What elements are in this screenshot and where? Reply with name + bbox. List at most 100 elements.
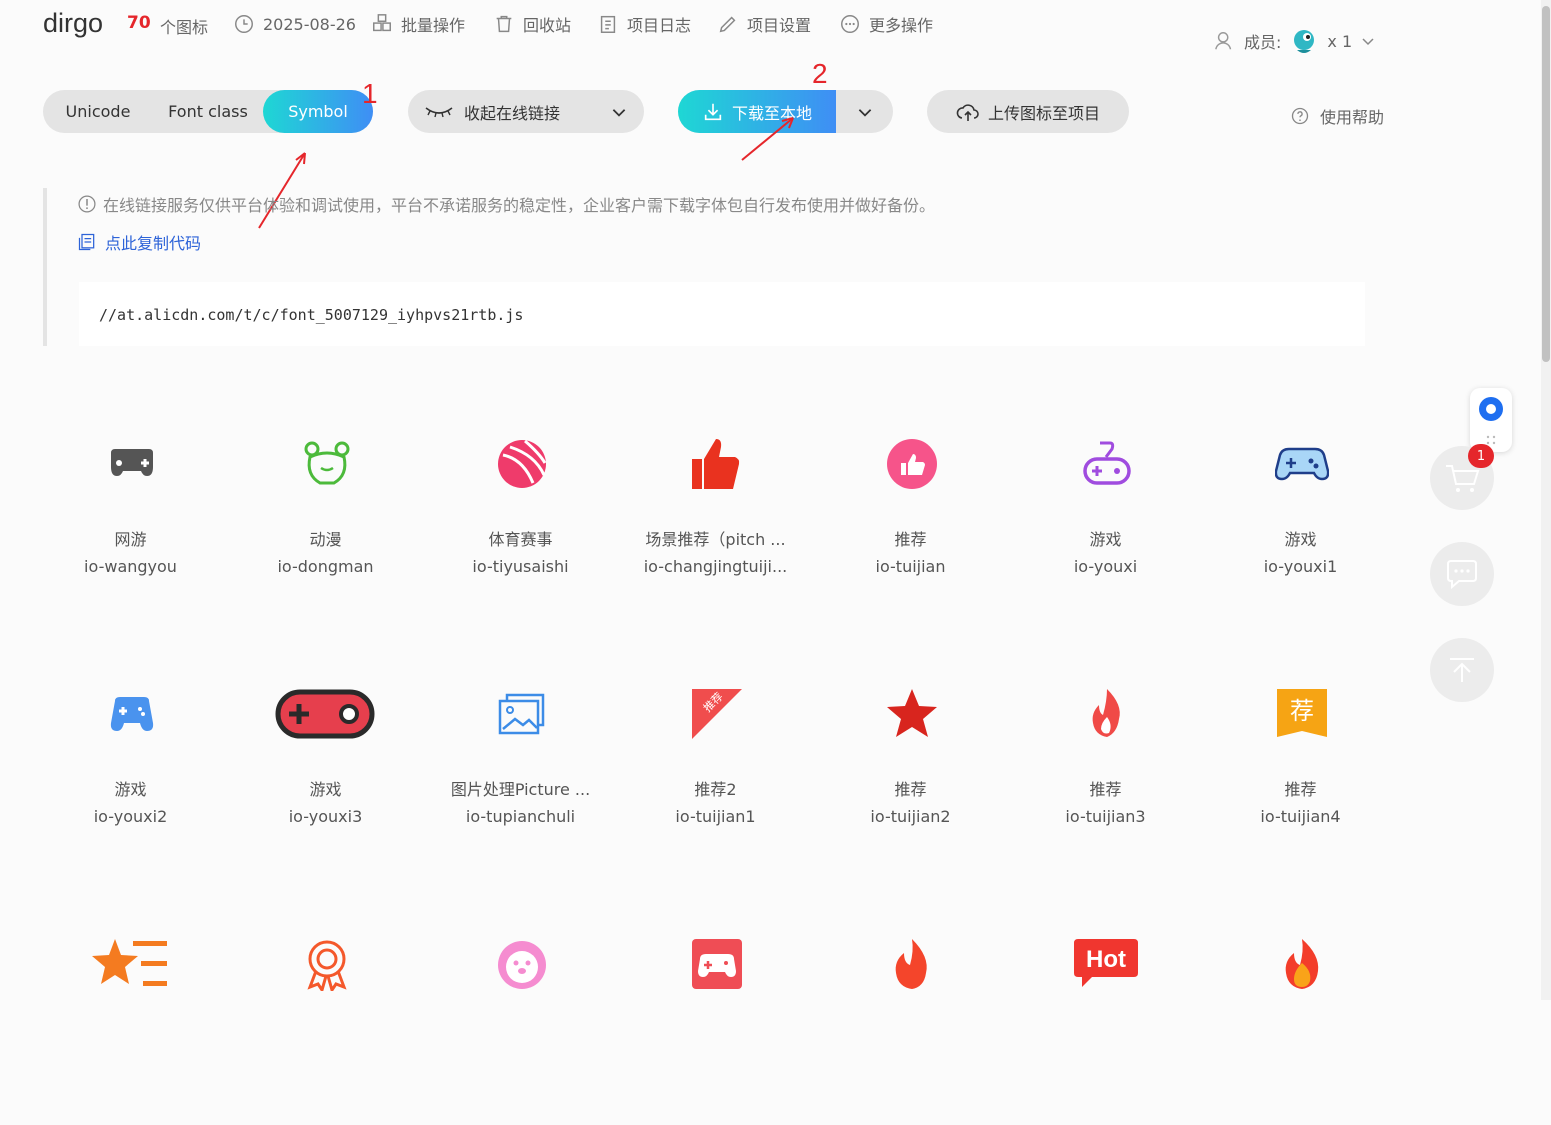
icon-name: 推荐: [1284, 780, 1317, 799]
download-button[interactable]: 下载至本地: [678, 90, 836, 133]
format-tabs: Unicode Font class Symbol: [43, 90, 373, 133]
collapse-link-button[interactable]: 收起在线链接: [408, 90, 644, 133]
chat-icon: [1447, 560, 1477, 590]
icon-name: 推荐2: [694, 780, 737, 799]
copy-code-label: 点此复制代码: [105, 234, 202, 253]
info-icon: [78, 195, 96, 213]
icon-card[interactable]: 游戏 io-youxi2: [33, 665, 228, 875]
icon-card[interactable]: 场景推荐（pitch ... io-changjingtuiji...: [618, 415, 813, 625]
icon-name: 游戏: [309, 780, 342, 799]
icon-card[interactable]: 图片处理Picture ... io-tupianchuli: [423, 665, 618, 875]
upload-label: 上传图标至项目: [987, 103, 1100, 123]
star-list-icon: [91, 935, 171, 993]
batch-ops-button[interactable]: 批量操作: [371, 12, 465, 36]
chat-button[interactable]: [1430, 542, 1494, 606]
icon-code: io-changjingtuiji...: [643, 557, 788, 576]
fire-icon: [885, 935, 939, 993]
pencil-icon: [719, 16, 736, 33]
icon-card[interactable]: [618, 915, 813, 1125]
icon-card[interactable]: 推荐 推荐2 io-tuijian1: [618, 665, 813, 875]
help-icon: [1291, 107, 1309, 125]
icon-code: io-dongman: [277, 557, 374, 576]
notice-panel: 在线链接服务仅供平台体验和调试使用，平台不承诺服务的稳定性，企业客户需下载字体包…: [43, 188, 1367, 346]
flame-icon: [1080, 685, 1134, 743]
icon-name: 推荐: [1089, 780, 1122, 799]
icon-card[interactable]: [228, 915, 423, 1125]
hot-text: Hot: [1086, 946, 1126, 973]
cart-badge: 1: [1468, 444, 1494, 468]
icon-card[interactable]: 推荐 io-tuijian: [813, 415, 1008, 625]
icon-card[interactable]: [33, 915, 228, 1125]
icon-count-label: 个图标: [160, 18, 209, 37]
icon-card[interactable]: 游戏 io-youxi: [1008, 415, 1203, 625]
more-ops-label: 更多操作: [869, 16, 934, 35]
scrollbar-thumb[interactable]: [1542, 6, 1550, 362]
basketball-icon: [495, 435, 549, 493]
tab-unicode[interactable]: Unicode: [43, 90, 153, 133]
code-url: //at.alicdn.com/t/c/font_5007129_iyhpvs2…: [99, 306, 524, 324]
icon-card[interactable]: 动漫 io-dongman: [228, 415, 423, 625]
icon-code: io-youxi: [1073, 557, 1138, 576]
game-card-icon: [690, 935, 744, 993]
icon-card[interactable]: [813, 915, 1008, 1125]
more-ops-button[interactable]: 更多操作: [839, 12, 933, 36]
icon-card[interactable]: 推荐 io-tuijian3: [1008, 665, 1203, 875]
eye-closed-icon: [425, 106, 453, 117]
gamepad-blue-icon: [1275, 435, 1329, 493]
upload-button[interactable]: 上传图标至项目: [927, 90, 1129, 133]
top-bar: dirgo 70 个图标 2025-08-26 批量操作 回收站 项目日志 项目…: [0, 0, 1540, 60]
medal-icon: [300, 935, 354, 993]
avatar[interactable]: [1289, 26, 1319, 56]
batch-ops-label: 批量操作: [401, 16, 466, 35]
icon-card[interactable]: 游戏 io-youxi1: [1203, 415, 1398, 625]
download-group: 下载至本地: [678, 90, 893, 133]
icon-count: 70: [127, 13, 151, 33]
icon-code: io-youxi2: [93, 807, 168, 826]
icon-name: 图片处理Picture ...: [450, 780, 591, 799]
copy-code-link[interactable]: 点此复制代码: [77, 230, 201, 254]
back-to-top-button[interactable]: [1430, 638, 1494, 702]
chevron-down-icon: [858, 108, 871, 117]
icon-card[interactable]: [1203, 915, 1398, 1125]
star-icon: [885, 685, 939, 743]
recycle-bin-button[interactable]: 回收站: [493, 12, 571, 36]
project-log-button[interactable]: 项目日志: [597, 12, 691, 36]
project-settings-button[interactable]: 项目设置: [717, 12, 811, 36]
icon-card[interactable]: 网游 io-wangyou: [33, 415, 228, 625]
chevron-down-icon: [612, 108, 626, 117]
icon-name: 游戏: [1089, 530, 1122, 549]
date-info: 2025-08-26: [233, 12, 356, 36]
icon-name: 推荐: [894, 530, 927, 549]
code-box[interactable]: //at.alicdn.com/t/c/font_5007129_iyhpvs2…: [79, 282, 1365, 346]
tab-font-class[interactable]: Font class: [153, 90, 263, 133]
icon-code: io-tuijian4: [1260, 807, 1341, 826]
icon-card[interactable]: 游戏 io-youxi3: [228, 665, 423, 875]
pictures-icon: [495, 685, 549, 743]
icon-code: io-youxi1: [1263, 557, 1338, 576]
icon-card[interactable]: 推荐 io-tuijian2: [813, 665, 1008, 875]
chevron-down-icon[interactable]: [1360, 33, 1376, 49]
icon-name: 游戏: [1284, 530, 1317, 549]
members-label: 成员:: [1244, 33, 1282, 52]
icon-card[interactable]: [423, 915, 618, 1125]
help-label: 使用帮助: [1320, 108, 1385, 127]
project-name: dirgo: [43, 8, 104, 38]
hot-bubble-icon: Hot: [1070, 935, 1142, 993]
notice-text: 在线链接服务仅供平台体验和调试使用，平台不承诺服务的稳定性，企业客户需下载字体包…: [77, 192, 935, 216]
assistant-widget[interactable]: [1470, 388, 1512, 452]
icon-card[interactable]: Hot: [1008, 915, 1203, 1125]
copy-icon: [78, 233, 95, 251]
icon-card[interactable]: 荐 推荐 io-tuijian4: [1203, 665, 1398, 875]
page-scrollbar[interactable]: [1541, 0, 1551, 1000]
members-section[interactable]: 成员: x 1: [1214, 26, 1376, 56]
icon-card[interactable]: 体育赛事 io-tiyusaishi: [423, 415, 618, 625]
help-link[interactable]: 使用帮助: [1290, 104, 1384, 128]
tab-symbol[interactable]: Symbol: [263, 90, 373, 133]
download-dropdown[interactable]: [836, 103, 893, 121]
download-icon: [704, 103, 722, 120]
annotation-two: 2: [812, 58, 828, 89]
trash-icon: [496, 15, 512, 33]
corner-ribbon-icon: 推荐: [690, 685, 744, 743]
icon-code: io-youxi3: [288, 807, 363, 826]
grid-icon: [373, 14, 391, 32]
